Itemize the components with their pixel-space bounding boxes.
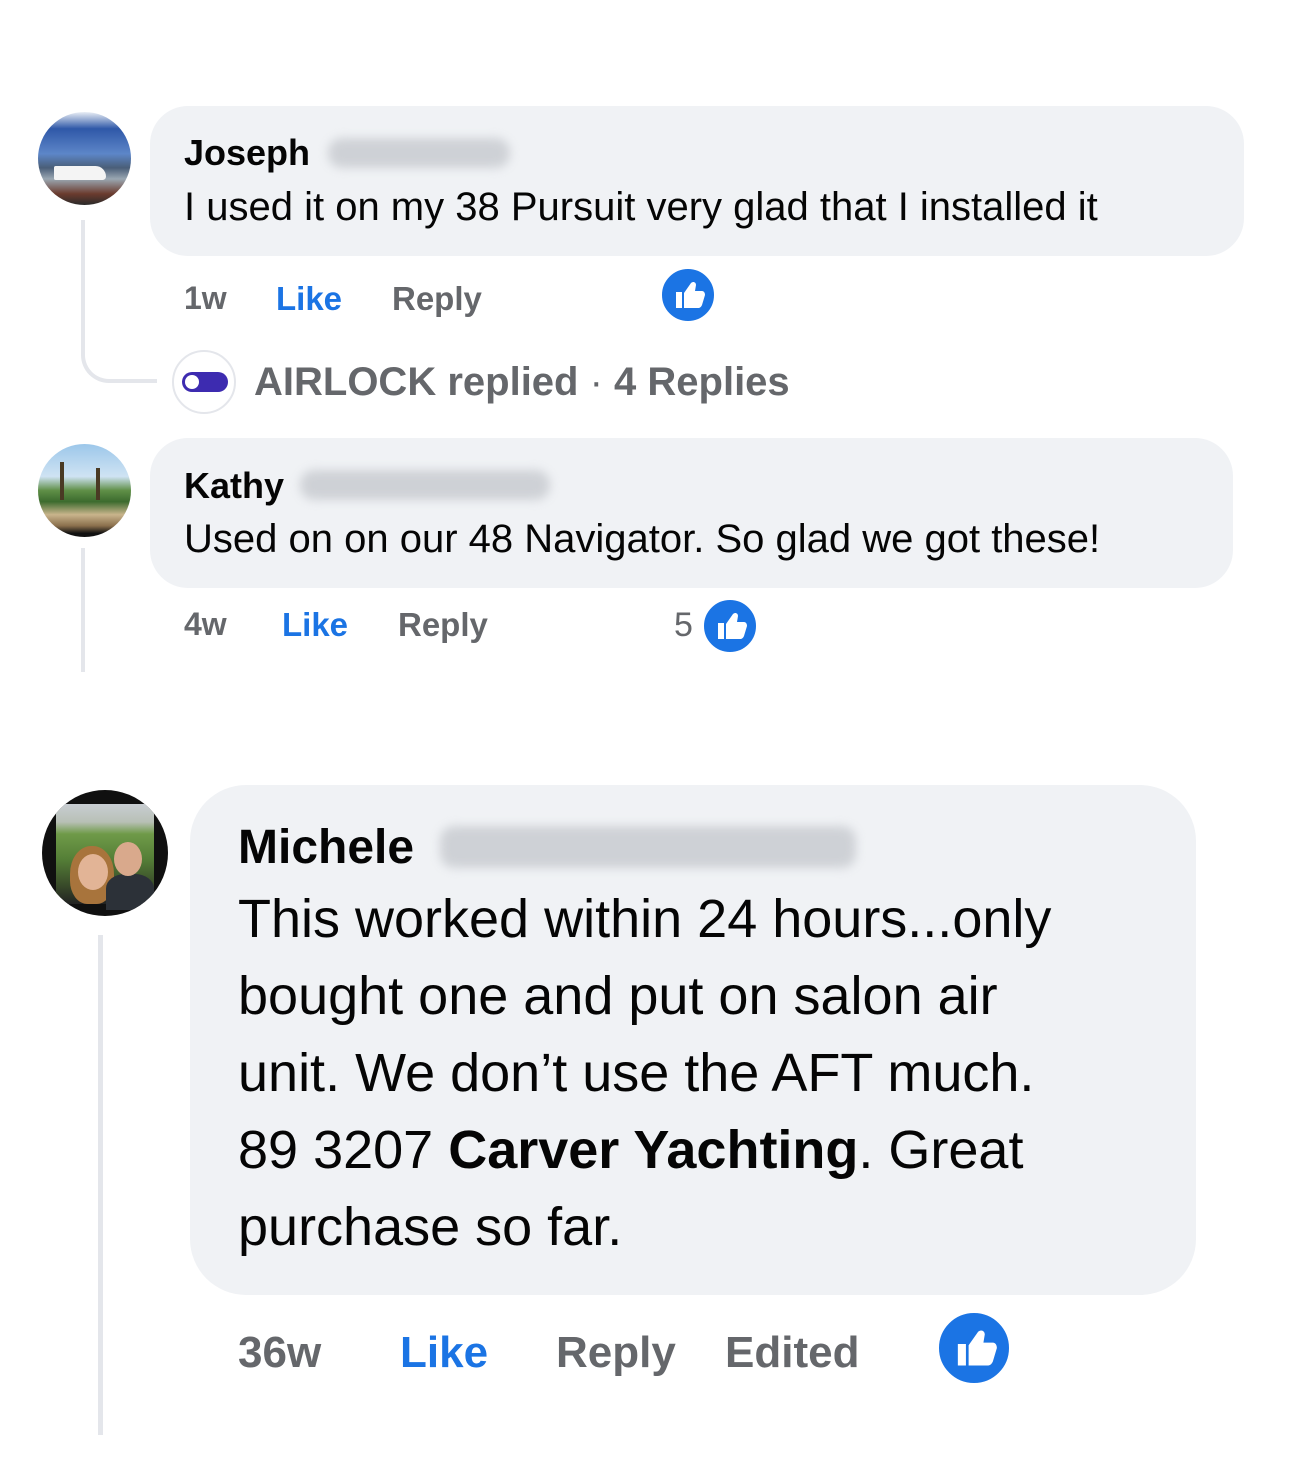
tagged-page-link[interactable]: Carver Yachting xyxy=(448,1120,858,1180)
comment-bubble xyxy=(150,438,1233,588)
view-replies-link[interactable]: AIRLOCK replied · 4 Replies xyxy=(254,360,790,405)
comment-timestamp[interactable]: 36w xyxy=(238,1328,321,1378)
comment-text-line: This worked within 24 hours...only xyxy=(238,889,1052,949)
thumbs-up-icon[interactable] xyxy=(701,597,759,655)
comment-timestamp[interactable]: 4w xyxy=(184,606,227,643)
comment-timestamp[interactable]: 1w xyxy=(184,280,227,317)
comment-text-line: bought one and put on salon air xyxy=(238,966,998,1026)
comment-bubble xyxy=(150,106,1244,256)
thread-connector xyxy=(81,220,157,383)
blurred-last-name xyxy=(440,826,856,868)
comment-text-line: 89 3207 Carver Yachting. Great xyxy=(238,1119,1023,1181)
thread-line xyxy=(98,935,103,1435)
comment-text: Used on on our 48 Navigator. So glad we … xyxy=(184,517,1101,561)
like-button[interactable]: Like xyxy=(276,280,342,318)
like-button[interactable]: Like xyxy=(400,1328,488,1378)
comment-text-line: unit. We don’t use the AFT much. xyxy=(238,1043,1035,1103)
edited-label[interactable]: Edited xyxy=(725,1328,859,1378)
reaction-count[interactable]: 5 xyxy=(674,606,693,645)
comment-author[interactable]: Michele xyxy=(238,820,414,875)
blurred-last-name xyxy=(300,470,550,500)
comment-text-line: purchase so far. xyxy=(238,1197,623,1257)
reply-button[interactable]: Reply xyxy=(398,606,488,644)
comment-author[interactable]: Kathy xyxy=(184,465,284,507)
reply-button[interactable]: Reply xyxy=(556,1328,676,1378)
thread-line xyxy=(81,548,85,672)
comment-author[interactable]: Joseph xyxy=(184,132,310,174)
thumbs-up-icon[interactable] xyxy=(659,266,717,324)
comment-text-part: 89 3207 xyxy=(238,1120,449,1180)
comment-text-part: . Great xyxy=(858,1120,1024,1180)
blurred-last-name xyxy=(328,138,510,168)
avatar[interactable] xyxy=(42,790,168,916)
avatar[interactable] xyxy=(38,112,131,205)
reply-button[interactable]: Reply xyxy=(392,280,482,318)
like-button[interactable]: Like xyxy=(282,606,348,644)
toggle-logo-icon[interactable] xyxy=(172,350,236,414)
comment-text: I used it on my 38 Pursuit very glad tha… xyxy=(184,185,1098,229)
thumbs-up-icon[interactable] xyxy=(936,1310,1012,1386)
avatar[interactable] xyxy=(38,444,131,537)
